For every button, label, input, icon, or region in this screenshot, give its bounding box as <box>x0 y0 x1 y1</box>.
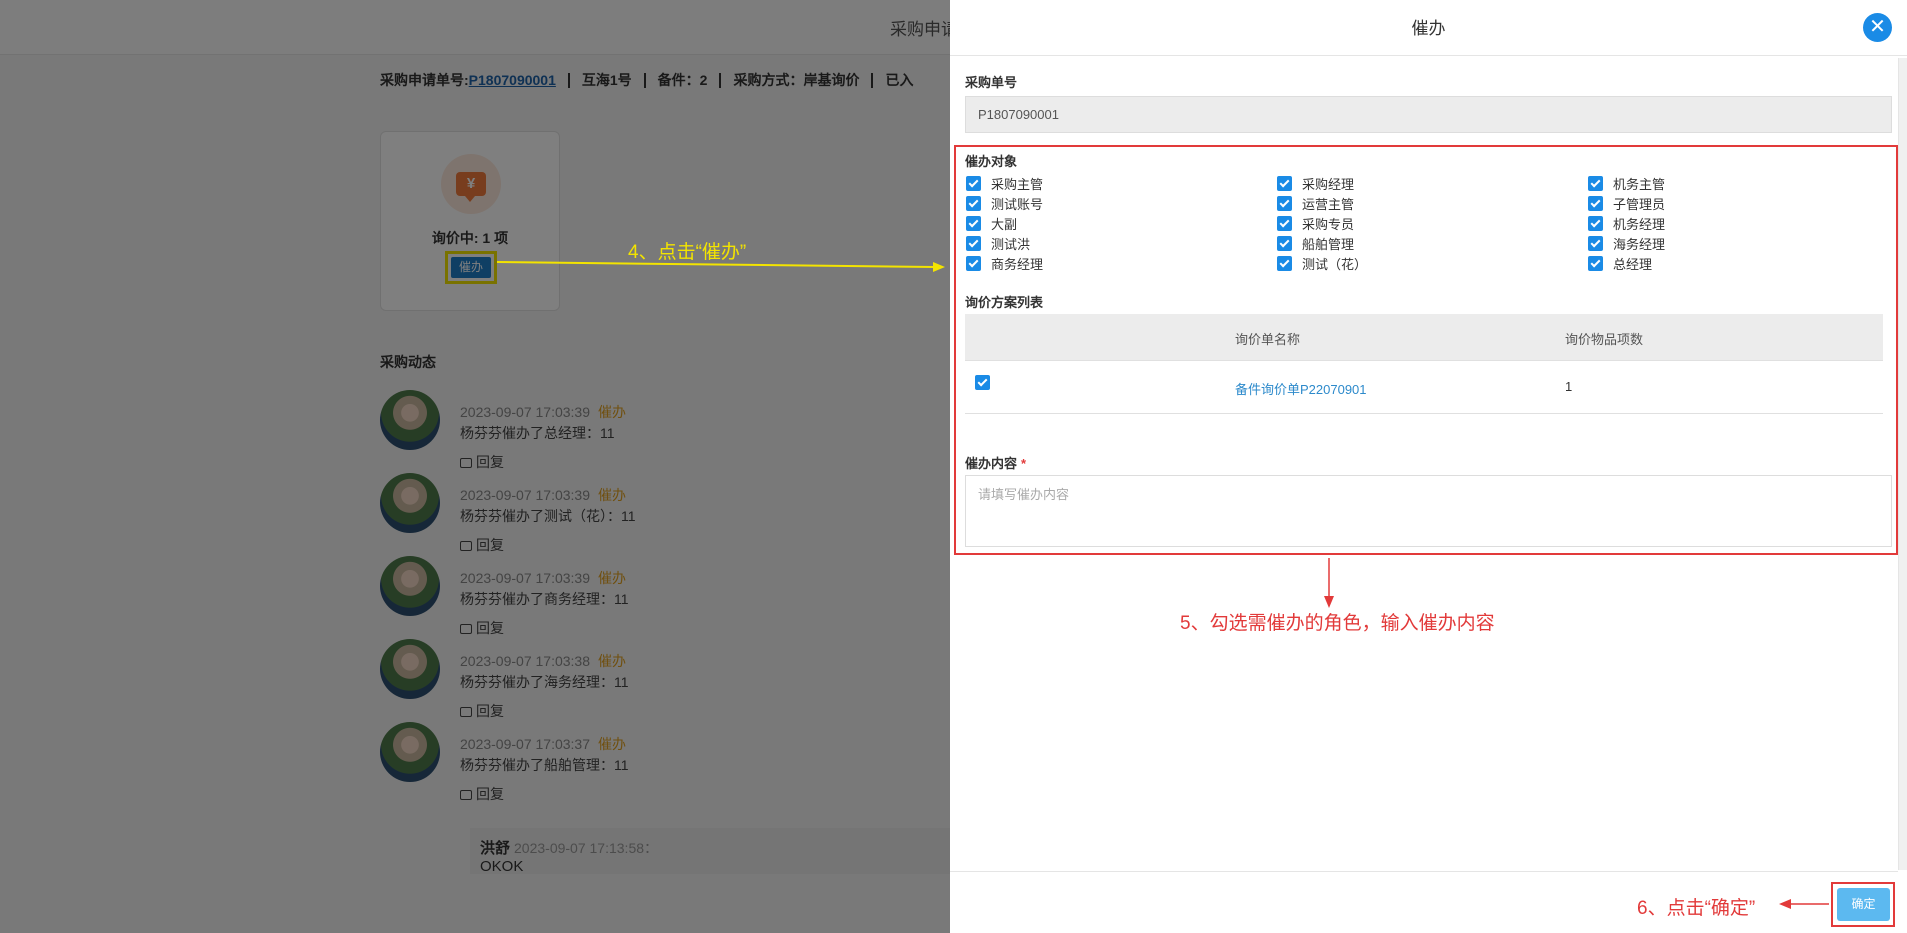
scrollbar[interactable] <box>1898 58 1907 870</box>
urge-dialog: 催办 ✕ 采购单号 P1807090001 催办对象 采购主管 采购经理 机务主… <box>950 0 1907 933</box>
item-count: 1 <box>1565 379 1573 394</box>
annotation-step-6: 6、点击“确定” <box>1637 898 1756 919</box>
column-header-count: 询价物品项数 <box>1565 332 1644 347</box>
target-checkbox[interactable]: 机务经理 <box>1588 214 1665 232</box>
checkbox-checked-icon[interactable] <box>1277 175 1292 191</box>
target-checkbox[interactable]: 商务经理 <box>966 254 1043 272</box>
checkbox-checked-icon[interactable] <box>975 375 990 390</box>
target-checkbox[interactable]: 采购经理 <box>1277 174 1354 192</box>
modal-overlay <box>0 0 950 933</box>
inquiry-sheet-link[interactable]: 备件询价单P22070901 <box>1235 379 1367 398</box>
annotation-arrow-icon <box>1324 558 1334 608</box>
dialog-footer <box>950 871 1898 933</box>
column-header-name: 询价单名称 <box>1235 332 1301 347</box>
target-checkbox[interactable]: 测试（花） <box>1277 254 1367 272</box>
order-number-field: P1807090001 <box>965 96 1892 133</box>
target-checkbox[interactable]: 采购专员 <box>1277 214 1354 232</box>
dialog-title: 催办 <box>1411 19 1446 38</box>
checkbox-checked-icon[interactable] <box>1277 235 1292 251</box>
confirm-button[interactable]: 确定 <box>1837 888 1890 921</box>
order-number-label: 采购单号 <box>965 75 1018 90</box>
checkbox-checked-icon[interactable] <box>1588 215 1603 231</box>
checkbox-checked-icon[interactable] <box>966 215 981 231</box>
inquiry-plans-label: 询价方案列表 <box>965 295 1044 310</box>
target-checkbox[interactable]: 总经理 <box>1588 254 1652 272</box>
target-checkbox[interactable]: 子管理员 <box>1588 194 1665 212</box>
checkbox-checked-icon[interactable] <box>1588 175 1603 191</box>
target-checkbox[interactable]: 海务经理 <box>1588 234 1665 252</box>
checkbox-checked-icon[interactable] <box>1588 195 1603 211</box>
target-checkbox[interactable]: 机务主管 <box>1588 174 1665 192</box>
annotation-arrow-icon <box>497 261 945 272</box>
urge-content-label: 催办内容 * <box>965 456 1027 471</box>
checkbox-checked-icon[interactable] <box>1588 235 1603 251</box>
target-checkbox[interactable]: 运营主管 <box>1277 194 1354 212</box>
required-mark: * <box>1021 456 1027 471</box>
urge-targets-label: 催办对象 <box>965 154 1018 169</box>
annotation-arrow-icon <box>1779 899 1829 909</box>
checkbox-checked-icon[interactable] <box>1277 195 1292 211</box>
checkbox-checked-icon[interactable] <box>1277 255 1292 271</box>
target-checkbox[interactable]: 船舶管理 <box>1277 234 1354 252</box>
checkbox-checked-icon[interactable] <box>966 235 981 251</box>
table-header: 询价单名称 询价物品项数 <box>965 314 1883 361</box>
target-checkbox[interactable]: 测试账号 <box>966 194 1043 212</box>
target-checkbox[interactable]: 测试洪 <box>966 234 1030 252</box>
target-checkbox[interactable]: 采购主管 <box>966 174 1043 192</box>
target-checkbox[interactable]: 大副 <box>966 214 1017 232</box>
checkbox-checked-icon[interactable] <box>966 175 981 191</box>
close-icon[interactable]: ✕ <box>1863 13 1892 42</box>
urge-content-textarea[interactable]: 请填写催办内容 <box>965 475 1892 547</box>
checkbox-checked-icon[interactable] <box>966 255 981 271</box>
checkbox-checked-icon[interactable] <box>966 195 981 211</box>
dialog-header: 催办 ✕ <box>950 0 1907 56</box>
checkbox-checked-icon[interactable] <box>1588 255 1603 271</box>
checkbox-checked-icon[interactable] <box>1277 215 1292 231</box>
table-row: 备件询价单P22070901 1 <box>965 362 1883 414</box>
annotation-step-5: 5、勾选需催办的角色，输入催办内容 <box>1180 613 1495 634</box>
